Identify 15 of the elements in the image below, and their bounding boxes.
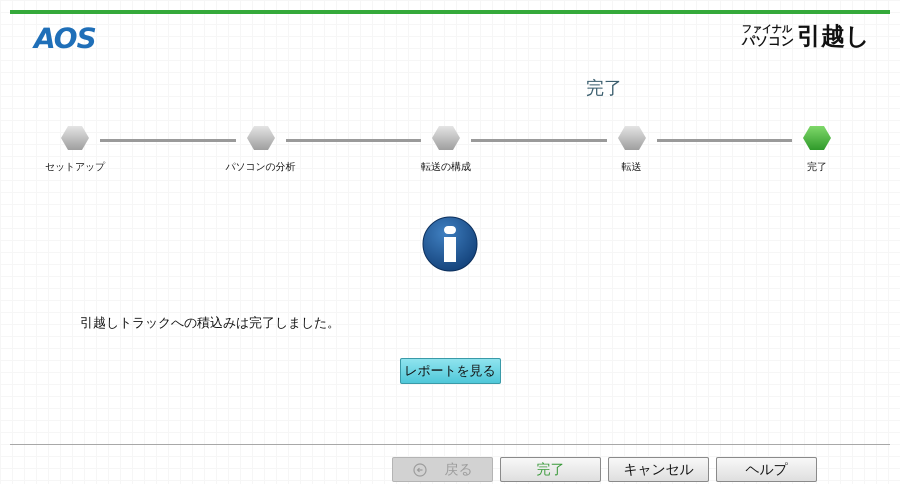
step-label: 転送の構成	[421, 160, 471, 174]
step-label: セットアップ	[45, 160, 105, 174]
step-label: パソコンの分析	[226, 160, 296, 174]
step-label: 完了	[807, 160, 827, 174]
page-title: 完了	[586, 77, 622, 100]
product-name: ファイナル	[742, 25, 792, 35]
footer-button[interactable]: キャンセル	[608, 457, 709, 482]
info-icon	[422, 216, 478, 272]
step-label: 転送	[622, 161, 642, 174]
status-message: 引越しトラックへの積込みは完了しました。	[79, 315, 341, 332]
product-name: パソコン	[742, 35, 794, 48]
logo: AOS	[34, 22, 96, 55]
footer-button[interactable]: ヘルプ	[716, 457, 817, 482]
view-report-button[interactable]: レポートを見る	[400, 358, 500, 384]
product-name: 引越し	[797, 24, 870, 48]
